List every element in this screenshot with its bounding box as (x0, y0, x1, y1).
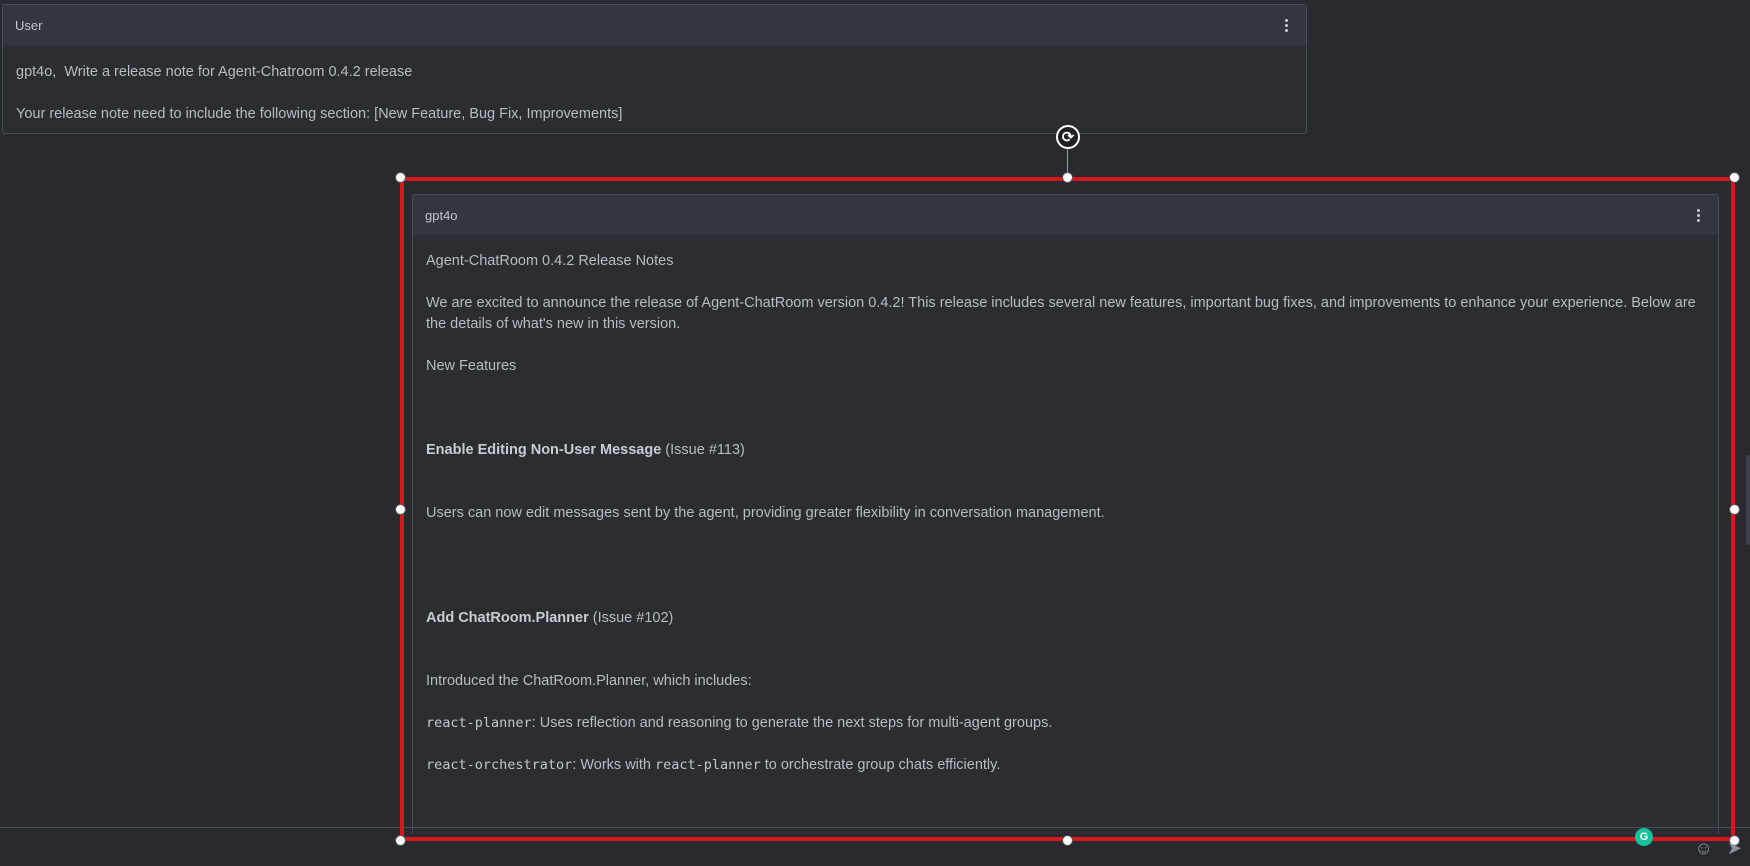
emoji-icon[interactable]: ☺ (1695, 838, 1713, 859)
scrollbar[interactable] (1746, 455, 1750, 545)
resize-handle-top[interactable] (1062, 172, 1073, 183)
more-vertical-icon[interactable] (1690, 207, 1706, 223)
user-message-header: User (3, 5, 1306, 45)
resize-handle-right[interactable] (1729, 504, 1740, 515)
grammarly-icon[interactable]: G (1635, 828, 1653, 846)
feature-issue: (Issue #113) (661, 442, 745, 458)
feature-title: Add ChatRoom.Planner (426, 610, 589, 626)
resize-handle-top-left[interactable] (395, 172, 406, 183)
planner-item: react-orchestrator: Works with react-pla… (426, 755, 1705, 776)
section-new-features: New Features (426, 358, 517, 374)
feature-title: Enable Editing Non-User Message (426, 442, 662, 458)
feature-description: Users can now edit messages sent by the … (426, 505, 1105, 521)
agent-message-body[interactable]: Agent-ChatRoom 0.4.2 Release Notes We ar… (413, 235, 1718, 776)
more-vertical-icon[interactable] (1278, 17, 1294, 33)
user-message-title: User (15, 17, 43, 33)
resize-handle-bottom-left[interactable] (395, 835, 406, 846)
feature-issue: (Issue #102) (588, 610, 674, 626)
feature-item: Enable Editing Non-User Message (Issue #… (426, 440, 1705, 461)
resize-handle-bottom[interactable] (1062, 835, 1073, 846)
user-message-line: Your release note need to include the fo… (16, 106, 623, 122)
resize-handle-left[interactable] (395, 504, 406, 515)
feature-description: Introduced the ChatRoom.Planner, which i… (426, 673, 752, 689)
planner-item-text: : Works with (572, 757, 656, 773)
rotate-icon[interactable]: ⟳ (1056, 125, 1080, 149)
planner-item-text: to orchestrate group chats efficiently. (760, 757, 1001, 773)
agent-message-title: gpt4o (425, 207, 458, 223)
user-message-body[interactable]: gpt4o, Write a release note for Agent-Ch… (3, 45, 1306, 125)
input-toolbar: ☺ ➤ (1695, 838, 1750, 859)
user-message-line: gpt4o, Write a release note for Agent-Ch… (16, 64, 413, 80)
release-intro: We are excited to announce the release o… (426, 295, 1696, 332)
planner-item: react-planner: Uses reflection and reaso… (426, 713, 1705, 734)
resize-handle-top-right[interactable] (1729, 172, 1740, 183)
user-message-card: User gpt4o, Write a release note for Age… (2, 4, 1307, 134)
release-heading: Agent-ChatRoom 0.4.2 Release Notes (426, 253, 674, 269)
agent-message-header: gpt4o (413, 195, 1718, 235)
input-divider (0, 827, 1750, 828)
agent-message-card: gpt4o Agent-ChatRoom 0.4.2 Release Notes… (412, 194, 1719, 834)
inline-code: react-planner (655, 757, 761, 773)
send-icon[interactable]: ➤ (1727, 838, 1742, 859)
inline-code: react-orchestrator (426, 757, 573, 773)
inline-code: react-planner (426, 715, 532, 731)
feature-item: Add ChatRoom.Planner (Issue #102) (426, 608, 1705, 629)
planner-item-text: : Uses reflection and reasoning to gener… (531, 715, 1053, 731)
